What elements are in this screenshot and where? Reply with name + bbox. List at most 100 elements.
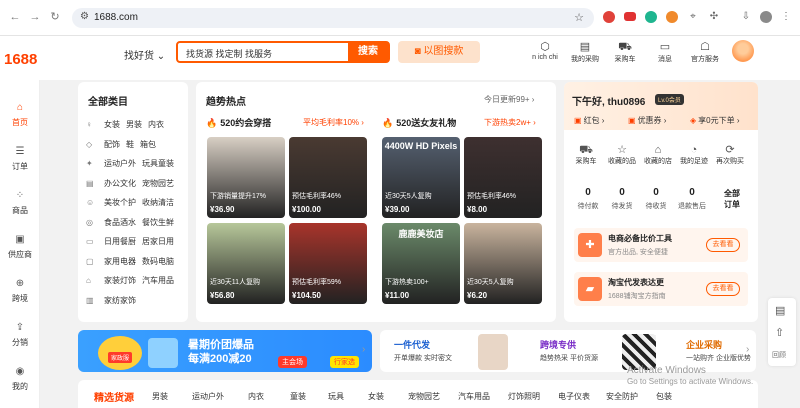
user-cart[interactable]: ⛟ 采购车 bbox=[568, 144, 604, 166]
tab-7[interactable]: 宠物园艺 bbox=[408, 391, 440, 402]
coupon-link[interactable]: ▣ 优惠券 › bbox=[628, 115, 666, 126]
user-fav-shops[interactable]: ⌂ 收藏的店 bbox=[640, 144, 676, 166]
category-link[interactable]: 女装 bbox=[104, 120, 120, 129]
promo-button[interactable]: 去看看 bbox=[706, 238, 740, 252]
extension-tool-icon[interactable]: ⌖ bbox=[687, 11, 699, 23]
category-link[interactable]: 日用餐厨 bbox=[104, 237, 136, 246]
category-link[interactable]: 收纳清洁 bbox=[142, 198, 174, 207]
address-bar[interactable]: ⚙ 1688.com ☆ bbox=[72, 8, 594, 28]
category-link[interactable]: 男装 bbox=[126, 120, 142, 129]
header-icon-cart[interactable]: ⛟ 采购车 bbox=[605, 41, 645, 64]
category-row[interactable]: ▢ 家用电器 数码电脑 bbox=[86, 256, 180, 267]
product-tile[interactable]: 4400W HD Pixels 近30天5人复购 ¥39.00 bbox=[382, 137, 460, 218]
extension-adblock-icon[interactable] bbox=[603, 11, 615, 23]
red-packet-link[interactable]: ▣ 红包 › bbox=[574, 115, 604, 126]
all-orders-link[interactable]: 全部 订单 bbox=[724, 188, 740, 210]
extension-orange-icon[interactable] bbox=[666, 11, 678, 23]
trend-group-title[interactable]: 🔥 520约会穿搭 bbox=[206, 116, 271, 129]
order-pending-shipment[interactable]: 0 待发货 bbox=[606, 187, 638, 211]
tab-8[interactable]: 汽车用品 bbox=[458, 391, 490, 402]
product-tile[interactable]: 预估毛利率59% ¥104.50 bbox=[289, 223, 367, 304]
enterprise-title[interactable]: 企业采购 bbox=[686, 338, 722, 351]
category-link[interactable]: 居家日用 bbox=[142, 237, 174, 246]
category-row[interactable]: ▭ 日用餐厨 居家日用 bbox=[86, 236, 180, 247]
search-input[interactable]: 找货源 找定制 找服务 bbox=[186, 47, 272, 60]
tab-12[interactable]: 包装 bbox=[656, 391, 672, 402]
tab-5[interactable]: 玩具 bbox=[328, 391, 344, 402]
dropship-title[interactable]: 一件代发 bbox=[394, 338, 430, 351]
nav-home[interactable]: ⌂ 首页 bbox=[0, 102, 40, 128]
category-row[interactable]: ▤ 办公文化 宠物园艺 bbox=[86, 178, 180, 189]
category-link[interactable]: 运动户外 bbox=[104, 159, 136, 168]
search-box[interactable]: 找货源 找定制 找服务 搜索 bbox=[176, 41, 390, 63]
order-pending-receipt[interactable]: 0 待收货 bbox=[640, 187, 672, 211]
search-button[interactable]: 搜索 bbox=[348, 43, 388, 61]
category-link[interactable]: 箱包 bbox=[140, 140, 156, 149]
promo-card[interactable]: ✚ 电商必备比价工具 官方出品, 安全便捷 去看看 bbox=[574, 228, 748, 262]
tab-10[interactable]: 电子仪表 bbox=[558, 391, 590, 402]
category-row[interactable]: ♀ 女装 男装 内衣 bbox=[86, 119, 170, 130]
tab-4[interactable]: 童装 bbox=[290, 391, 306, 402]
trends-more-link[interactable]: 今日更新99+ › bbox=[484, 94, 534, 105]
product-tile[interactable]: 预估毛利率46% ¥100.00 bbox=[289, 137, 367, 218]
tab-6[interactable]: 女装 bbox=[368, 391, 384, 402]
bookmark-star-icon[interactable]: ☆ bbox=[574, 11, 584, 24]
category-row[interactable]: ◇ 配饰鞋箱包 bbox=[86, 139, 162, 150]
note-icon[interactable]: ▤ bbox=[775, 304, 785, 317]
category-link[interactable]: 数码电脑 bbox=[142, 257, 174, 266]
float-label[interactable]: 回顾 bbox=[772, 350, 786, 360]
chevron-right-icon[interactable]: › bbox=[746, 344, 749, 355]
category-link[interactable]: 美妆个护 bbox=[104, 198, 136, 207]
header-icon-purchases[interactable]: ▤ 我的采购 bbox=[565, 41, 605, 64]
category-link[interactable]: 配饰 bbox=[104, 140, 120, 149]
product-tile[interactable]: 鹿鹿美妆店 下游热卖100+ ¥11.00 bbox=[382, 223, 460, 304]
download-icon[interactable]: ⇩ bbox=[740, 11, 752, 23]
crossborder-title[interactable]: 跨境专供 bbox=[540, 338, 576, 351]
product-tile[interactable]: 近30天11人复购 ¥56.80 bbox=[207, 223, 285, 304]
extensions-puzzle-icon[interactable]: ✣ bbox=[708, 11, 720, 23]
category-row[interactable]: ☺ 美妆个护 收纳清洁 bbox=[86, 197, 180, 208]
category-link[interactable]: 餐饮生鲜 bbox=[142, 218, 174, 227]
product-tile[interactable]: 下游销量提升17% ¥36.90 bbox=[207, 137, 285, 218]
extension-youtube-icon[interactable] bbox=[624, 12, 636, 21]
tab-3[interactable]: 内衣 bbox=[248, 391, 264, 402]
nav-suppliers[interactable]: ▣ 供应商 bbox=[0, 234, 40, 260]
nav-orders[interactable]: ☰ 订单 bbox=[0, 146, 40, 172]
nav-mine[interactable]: ◉ 我的 bbox=[0, 366, 40, 392]
product-tile[interactable]: 近30天5人复购 ¥6.20 bbox=[464, 223, 542, 304]
profile-avatar-icon[interactable] bbox=[760, 11, 772, 23]
category-link[interactable]: 家纺家饰 bbox=[104, 296, 136, 305]
category-link[interactable]: 家用电器 bbox=[104, 257, 136, 266]
trend-group-title[interactable]: 🔥 520送女友礼物 bbox=[382, 116, 456, 129]
promo-button[interactable]: 去看看 bbox=[706, 282, 740, 296]
image-search-button[interactable]: ◙ 以图搜款 bbox=[398, 41, 480, 63]
trend-group-stat[interactable]: 下游热卖2w+ › bbox=[484, 117, 536, 128]
category-link[interactable]: 玩具童装 bbox=[142, 159, 174, 168]
logo[interactable]: 1688 bbox=[4, 51, 37, 68]
search-mode-select[interactable]: 找好货 ⌄ bbox=[124, 47, 165, 62]
forward-icon[interactable]: → bbox=[28, 10, 42, 24]
user-rebuy[interactable]: ⟳ 再次购买 bbox=[712, 144, 748, 166]
tab-11[interactable]: 安全防护 bbox=[606, 391, 638, 402]
expert-pick-button[interactable]: 行家选 bbox=[330, 356, 359, 368]
main-venue-button[interactable]: 主会场 bbox=[278, 356, 307, 368]
user-fav-items[interactable]: ☆ 收藏的品 bbox=[604, 144, 640, 166]
nav-products[interactable]: ⁘ 商品 bbox=[0, 190, 40, 216]
tab-1[interactable]: 男装 bbox=[152, 391, 168, 402]
header-icon-service[interactable]: ☖ 官方服务 bbox=[685, 41, 725, 64]
user-avatar[interactable] bbox=[732, 40, 754, 62]
trend-group-stat[interactable]: 平均毛利率10% › bbox=[303, 117, 364, 128]
nav-distribution[interactable]: ⇪ 分销 bbox=[0, 322, 40, 348]
category-link[interactable]: 内衣 bbox=[148, 120, 164, 129]
category-link[interactable]: 家装灯饰 bbox=[104, 276, 136, 285]
category-link[interactable]: 办公文化 bbox=[104, 179, 136, 188]
category-row[interactable]: ◎ 食品酒水 餐饮生鲜 bbox=[86, 217, 180, 228]
category-link[interactable]: 鞋 bbox=[126, 140, 134, 149]
category-row[interactable]: ▥ 家纺家饰 bbox=[86, 295, 142, 306]
back-icon[interactable]: ← bbox=[8, 10, 22, 24]
extension-t-icon[interactable] bbox=[645, 11, 657, 23]
zero-order-link[interactable]: ◈ 享0元下单 › bbox=[690, 115, 740, 126]
header-icon-messages[interactable]: ▭ 消息 bbox=[645, 41, 685, 64]
user-footprint[interactable]: ◔ 我的足迹 bbox=[676, 144, 712, 166]
chevron-right-icon[interactable]: › bbox=[362, 344, 365, 355]
